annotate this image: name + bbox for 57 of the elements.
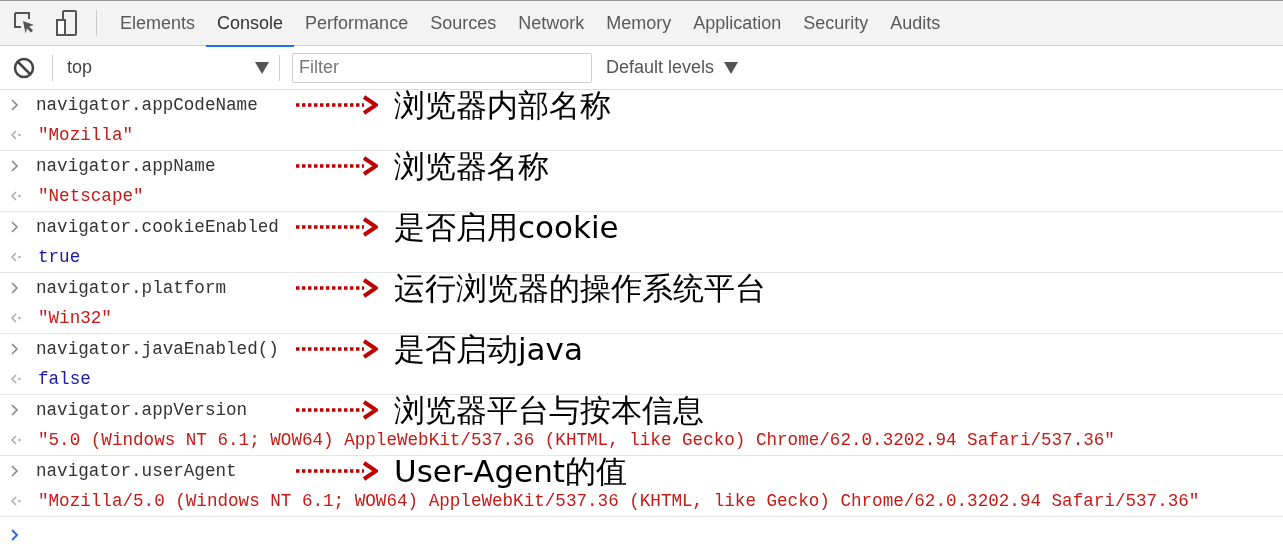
result-icon [10, 190, 22, 202]
chevron-icon [10, 99, 20, 111]
annotation: User-Agent的值 [394, 456, 627, 486]
console-command: navigator.cookieEnabled [36, 217, 280, 237]
chevron-icon [10, 160, 20, 172]
tab[interactable]: Network [507, 1, 596, 47]
prompt-icon[interactable] [10, 529, 20, 541]
tab[interactable]: Elements [109, 1, 207, 47]
console-result: false [38, 369, 91, 389]
tab[interactable]: Performance [294, 1, 420, 47]
console-command: navigator.appVersion [36, 400, 249, 420]
annotation: 浏览器平台与按本信息 [394, 395, 704, 425]
arrow-icon [296, 461, 378, 481]
result-icon [10, 495, 22, 507]
console-result: true [38, 247, 81, 267]
levels-dropdown[interactable]: Default levels [602, 57, 743, 78]
arrow-icon [296, 95, 378, 115]
device-icon[interactable] [54, 9, 80, 37]
console-result: "Mozilla" [38, 125, 134, 145]
arrow-icon [296, 278, 378, 298]
result-icon [10, 251, 22, 263]
console-command: navigator.appName [36, 156, 217, 176]
arrow-icon [296, 217, 378, 237]
arrow-icon [296, 400, 378, 420]
caret-icon [724, 61, 739, 74]
annotation: 浏览器名称 [394, 151, 549, 181]
console-command: navigator.userAgent [36, 461, 238, 481]
arrow-icon [296, 339, 378, 359]
chevron-icon [10, 465, 20, 477]
console-result: "Netscape" [38, 186, 144, 206]
filter-field[interactable]: Filter [292, 52, 592, 83]
tab[interactable]: Memory [595, 1, 683, 47]
tab[interactable]: Console [206, 1, 295, 47]
console-result: "5.0 (Windows NT 6.1; WOW64) AppleWebKit/537.36 (KHTML, like Gecko) Chrome/62.0.3202.94 Safari/537.36" [38, 430, 1115, 450]
tab[interactable]: Application [682, 1, 793, 47]
console-result: "Mozilla/5.0 (Windows NT 6.1; WOW64) AppleWebKit/537.36 (KHTML, like Gecko) Chrome/62.0.3202.94 Safari/537.36" [38, 491, 1200, 511]
arrow-icon [296, 156, 378, 176]
result-icon [10, 129, 22, 141]
clear-icon[interactable] [12, 55, 36, 80]
result-icon [10, 312, 22, 324]
console-command: navigator.appCodeName [36, 95, 259, 115]
chevron-icon [10, 343, 20, 355]
result-icon [10, 373, 22, 385]
tab[interactable]: Security [792, 1, 880, 47]
result-icon [10, 434, 22, 446]
tab[interactable]: Audits [879, 1, 952, 47]
annotation: 运行浏览器的操作系统平台 [394, 273, 766, 303]
annotation: 浏览器内部名称 [394, 90, 611, 120]
console-command: navigator.platform [36, 278, 228, 298]
annotation: 是否启动java [394, 334, 583, 364]
chevron-icon [10, 282, 20, 294]
console-result: "Win32" [38, 308, 112, 328]
chevron-icon [10, 404, 20, 416]
tab[interactable]: Sources [419, 1, 508, 47]
chevron-icon [10, 221, 20, 233]
console-command: navigator.javaEnabled() [36, 339, 280, 359]
annotation: 是否启用cookie [394, 212, 619, 242]
